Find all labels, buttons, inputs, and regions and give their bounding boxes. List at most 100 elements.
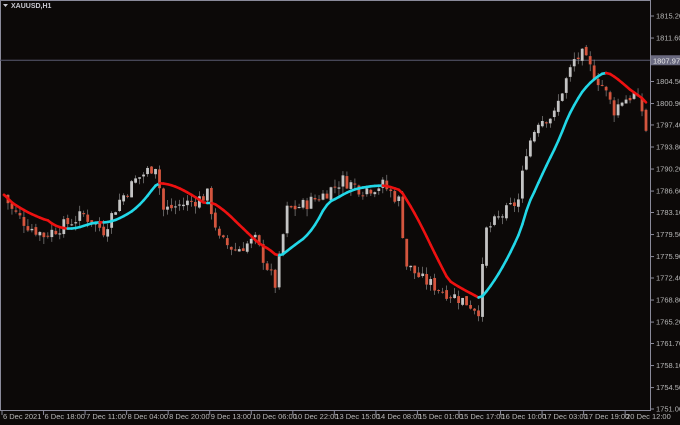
candle-body [182,204,185,207]
candle-body [102,226,106,236]
candle-body [293,205,297,210]
candle-body [580,48,584,61]
x-tick-label: 10 Dec 06:00 [252,412,297,421]
ma-segment [533,181,540,194]
candle-body [596,78,600,86]
candle-body [14,210,18,212]
candle-body [612,100,616,116]
ma-segment [537,172,544,185]
ma-segment [552,139,560,151]
candle-body [409,265,413,268]
candle-body [317,199,321,201]
y-tick-label: 1768.80 [656,296,680,305]
candle-body [162,188,165,210]
symbol-title: XAUUSD,H1 [11,3,52,10]
candle-body [389,189,393,192]
candle-body [269,269,273,271]
ma-segment [541,164,548,176]
candle-body [30,228,34,231]
x-tick-label: 13 Dec 15:00 [335,412,380,421]
candle-body [46,235,50,237]
x-tick-label: 7 Dec 11:00 [86,412,126,421]
candle-body [281,234,285,254]
candle-body [445,290,449,299]
candle-body [190,200,193,202]
ma-segment [549,148,556,159]
candle-body [616,104,620,116]
candle-body [477,310,480,317]
candle-body [201,196,205,201]
y-tick-label: 1797.40 [656,120,680,129]
x-tick-label: 17 Dec 19:00 [585,412,630,421]
ma-segment [521,209,528,226]
candle-body [449,297,453,299]
candle-body [186,200,189,206]
x-tick-label: 15 Dec 01:00 [418,412,463,421]
x-tick-label: 17 Dec 03:00 [543,412,588,421]
candle-body [528,140,532,157]
ma-segment [556,130,564,143]
x-tick-label: 6 Dec 2021 [3,412,41,421]
candle-body [644,109,648,131]
y-tick-label: 1793.80 [656,143,680,152]
dropdown-arrow-icon [3,4,8,7]
candle-body [524,156,528,170]
candle-body [532,131,536,142]
ma-segment [529,190,536,202]
candle-body [253,234,257,238]
candle-body [233,249,237,251]
candle-body [493,216,496,225]
candle-body [405,238,409,267]
candle-body [365,188,369,195]
candle-body [70,224,74,226]
candle-body [552,110,556,118]
y-tick-label: 1758.10 [656,361,680,370]
candle-body [564,78,568,93]
ma-segment [509,242,516,254]
candle-body [513,202,516,207]
candle-body [170,204,173,209]
x-tick-label: 20 Dec 12:00 [626,412,671,421]
candle-body [501,216,504,218]
candle-body [241,248,245,251]
candle-body [393,191,397,202]
current-price-label: 1807.97 [653,56,680,65]
ma-segment [437,259,444,271]
candle-body [497,216,500,218]
candle-body [249,238,253,244]
candle-body [305,200,309,210]
candle-body [146,167,149,175]
y-tick-label: 1754.50 [656,383,680,392]
candle-body [273,269,277,288]
candle-body [353,183,357,185]
ma-segment [560,120,568,133]
candle-body [209,187,213,215]
candle-body [433,277,437,291]
candle-body [134,178,137,183]
candle-body [205,188,209,201]
candle-body [560,93,564,101]
candle-body [576,57,580,60]
candle-body [42,232,46,238]
y-tick-label: 1783.10 [656,208,680,217]
candle-body [604,86,608,91]
candle-body [217,228,221,236]
candle-body [437,290,441,292]
candle-body [225,238,229,246]
candle-body [369,189,373,194]
candle-body [38,232,42,236]
candle-body [337,187,341,189]
candle-body [118,199,122,212]
candle-body [245,243,249,252]
candle-body [142,174,145,177]
candle-body [473,308,476,311]
candle-body [309,196,313,209]
candle-body [194,201,197,207]
candle-body [441,291,445,293]
candle-body [297,207,301,209]
y-tick-label: 1775.90 [656,252,680,261]
price-chart[interactable]: 1815.20 1811.60 1804.50 1800.90 1797.40 1793.… [0,0,680,425]
candle-body [556,100,560,112]
candle-body [608,92,612,100]
ma-segment [417,219,424,230]
